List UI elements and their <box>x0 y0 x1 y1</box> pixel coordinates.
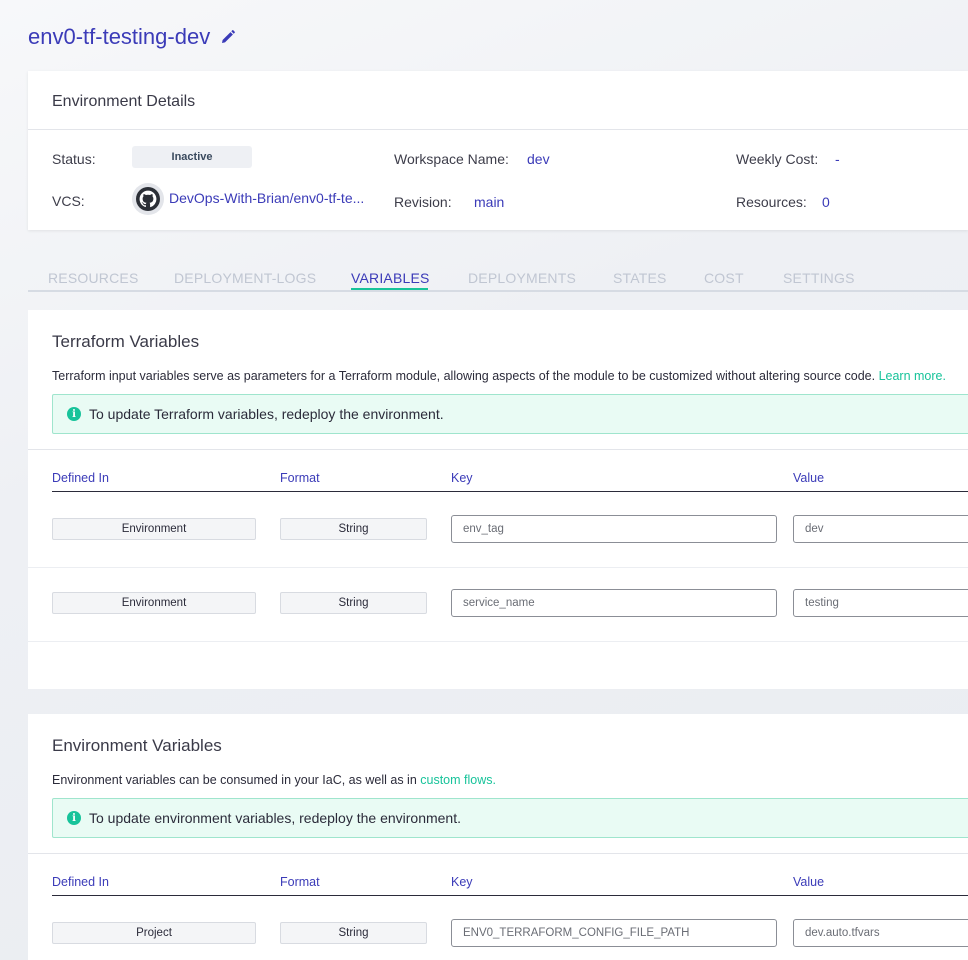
tab-deployment-logs[interactable]: DEPLOYMENT-LOGS <box>174 270 316 286</box>
column-header-format[interactable]: Format <box>280 875 320 889</box>
row-divider <box>28 567 968 568</box>
workspace-name-value: dev <box>527 151 550 167</box>
variable-value-field[interactable]: dev <box>793 515 968 543</box>
weekly-cost-label: Weekly Cost: <box>736 151 819 167</box>
column-header-format[interactable]: Format <box>280 471 320 485</box>
active-tab-indicator <box>351 288 428 290</box>
github-icon <box>132 183 164 215</box>
variable-key-field[interactable]: ENV0_TERRAFORM_CONFIG_FILE_PATH <box>451 919 777 947</box>
column-header-key[interactable]: Key <box>451 875 473 889</box>
column-header-defined-in[interactable]: Defined In <box>52 471 109 485</box>
format-badge: String <box>280 518 427 540</box>
vcs-label: VCS: <box>52 193 85 209</box>
environment-details-card: Environment Details Status: Inactive Wor… <box>28 71 968 230</box>
column-header-key[interactable]: Key <box>451 471 473 485</box>
column-header-value[interactable]: Value <box>793 471 824 485</box>
tab-states[interactable]: STATES <box>613 270 667 286</box>
revision-label: Revision: <box>394 194 452 210</box>
environment-variables-section: Environment Variables Environment variab… <box>28 714 968 960</box>
tab-cost[interactable]: COST <box>704 270 744 286</box>
variable-key-field[interactable]: service_name <box>451 589 777 617</box>
variable-key-field[interactable]: env_tag <box>451 515 777 543</box>
header-divider <box>52 491 968 492</box>
divider <box>28 449 968 450</box>
vcs-repo-link[interactable]: DevOps-With-Brian/env0-tf-te... <box>169 190 364 206</box>
defined-in-badge: Environment <box>52 592 256 614</box>
terraform-variables-description: Terraform input variables serve as param… <box>52 369 946 383</box>
environment-variables-description: Environment variables can be consumed in… <box>52 773 496 787</box>
custom-flows-link[interactable]: custom flows. <box>420 773 496 787</box>
pencil-icon[interactable] <box>220 29 236 45</box>
divider <box>28 129 968 130</box>
environment-tabs: RESOURCES DEPLOYMENT-LOGS VARIABLES DEPL… <box>28 266 968 292</box>
variable-value-field[interactable]: testing <box>793 589 968 617</box>
terraform-redeploy-notice: i To update Terraform variables, redeplo… <box>52 394 968 434</box>
environment-redeploy-notice: i To update environment variables, redep… <box>52 798 968 838</box>
environment-variables-title: Environment Variables <box>52 736 222 755</box>
learn-more-link[interactable]: Learn more. <box>879 369 946 383</box>
tab-resources[interactable]: RESOURCES <box>48 270 138 286</box>
status-label: Status: <box>52 151 96 167</box>
tab-deployments[interactable]: DEPLOYMENTS <box>468 270 576 286</box>
variable-value-field[interactable]: dev.auto.tfvars <box>793 919 968 947</box>
resources-value: 0 <box>822 194 830 210</box>
status-badge: Inactive <box>132 146 252 168</box>
terraform-description-text: Terraform input variables serve as param… <box>52 369 876 383</box>
environment-description-text: Environment variables can be consumed in… <box>52 773 417 787</box>
tab-variables[interactable]: VARIABLES <box>351 270 430 286</box>
defined-in-badge: Project <box>52 922 256 944</box>
defined-in-badge: Environment <box>52 518 256 540</box>
page-title: env0-tf-testing-dev <box>28 24 211 49</box>
terraform-variables-title: Terraform Variables <box>52 332 200 351</box>
workspace-name-label: Workspace Name: <box>394 151 509 167</box>
environment-details-title: Environment Details <box>52 93 196 110</box>
page-header: env0-tf-testing-dev <box>28 24 236 50</box>
info-icon: i <box>67 811 81 825</box>
header-divider <box>52 895 968 896</box>
notice-text: To update Terraform variables, redeploy … <box>89 406 444 422</box>
format-badge: String <box>280 592 427 614</box>
format-badge: String <box>280 922 427 944</box>
notice-text: To update environment variables, redeplo… <box>89 810 461 826</box>
column-header-defined-in[interactable]: Defined In <box>52 875 109 889</box>
row-divider <box>28 641 968 642</box>
column-header-value[interactable]: Value <box>793 875 824 889</box>
divider <box>28 853 968 854</box>
weekly-cost-value: - <box>835 151 840 167</box>
revision-value: main <box>474 194 505 210</box>
info-icon: i <box>67 407 81 421</box>
resources-label: Resources: <box>736 194 807 210</box>
terraform-variables-section: Terraform Variables Terraform input vari… <box>28 310 968 689</box>
tab-settings[interactable]: SETTINGS <box>783 270 855 286</box>
